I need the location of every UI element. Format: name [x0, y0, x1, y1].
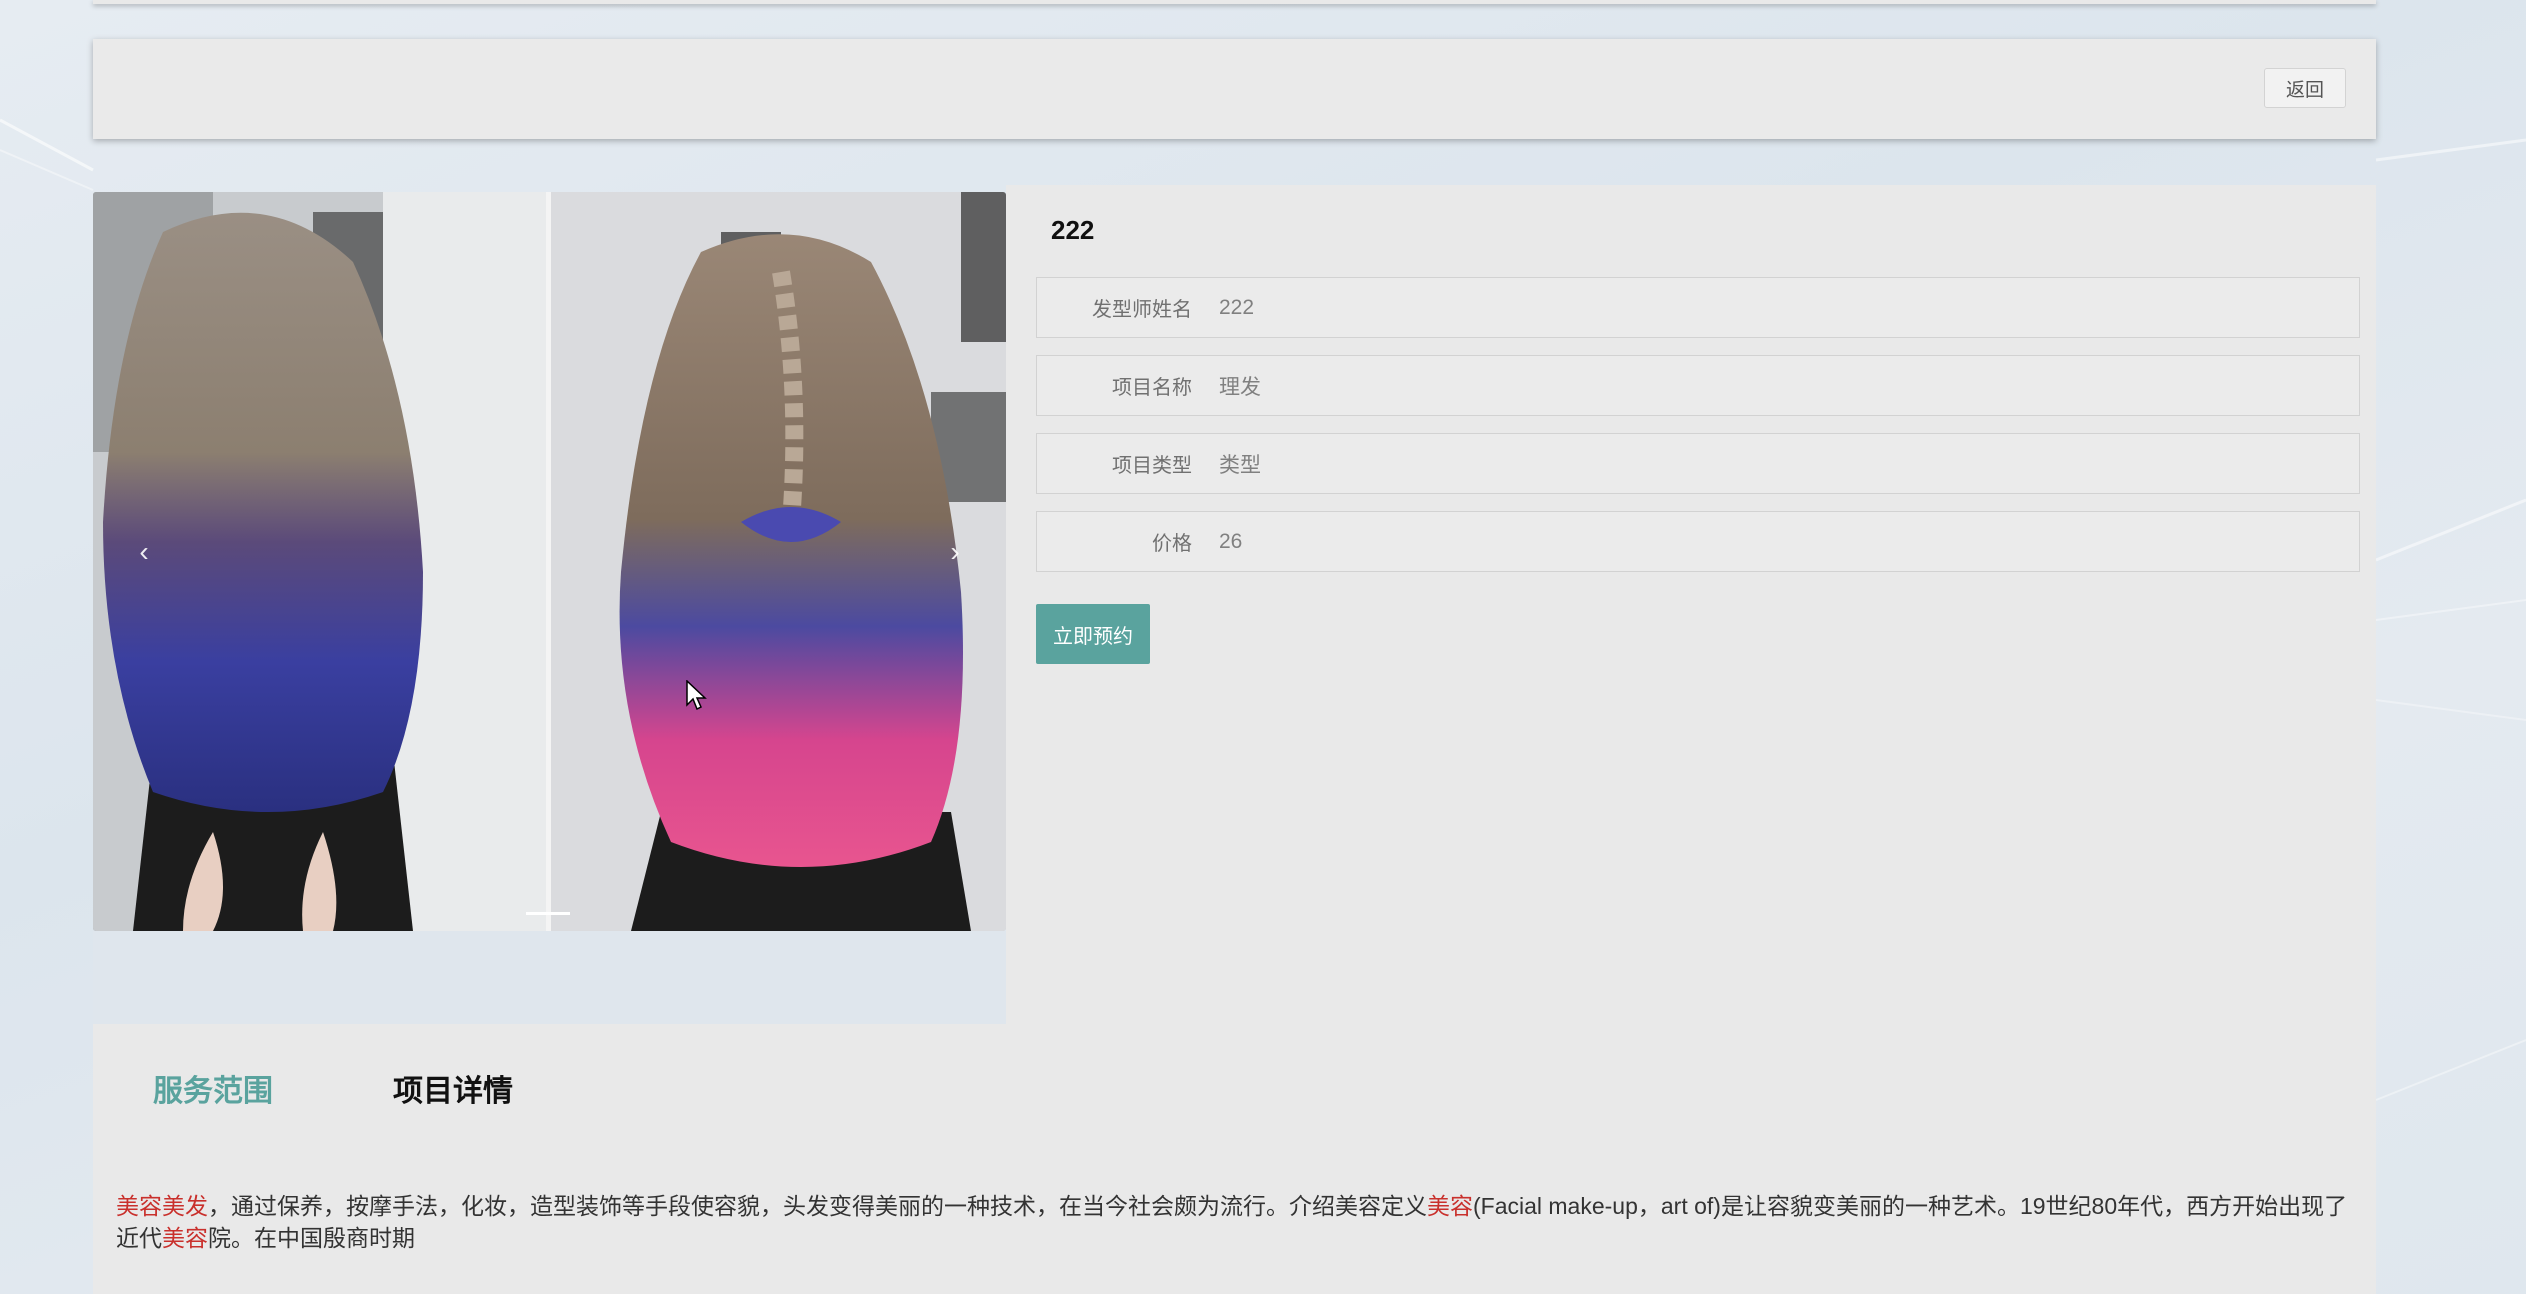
item-title: 222	[1051, 215, 1095, 245]
field-label: 价格	[1152, 533, 1192, 555]
description-highlight: 美容美发	[116, 1193, 208, 1219]
field-project-type: 项目类型 类型	[1036, 433, 2360, 494]
chevron-right-icon[interactable]: ›	[935, 532, 975, 572]
description-segment: ，通过保养，按摩手法，化妆，造型装饰等手段使容貌，头发变得美丽的一种技术，在当今…	[208, 1193, 1427, 1219]
item-info-panel: 222 发型师姓名 222 项目名称 理发 项目类型 类型 价格 26 立即预约	[1006, 185, 2376, 1024]
field-label: 发型师姓名	[1092, 299, 1192, 321]
tabs-section: 服务范围 项目详情 美容美发，通过保养，按摩手法，化妆，造型装饰等手段使容貌，头…	[93, 1024, 2376, 1294]
tab-project-details[interactable]: 项目详情	[393, 1066, 513, 1110]
field-value: 理发	[1219, 375, 1261, 399]
description-segment: 院。在中国殷商时期	[208, 1225, 415, 1251]
field-value: 222	[1219, 295, 1255, 319]
carousel-shelf	[93, 931, 1006, 1024]
field-value: 26	[1219, 529, 1243, 553]
book-now-button[interactable]: 立即预约	[1036, 604, 1150, 664]
header-bar: 返回	[93, 39, 2376, 139]
description-text: 美容美发，通过保养，按摩手法，化妆，造型装饰等手段使容貌，头发变得美丽的一种技术…	[116, 1190, 2356, 1254]
field-label: 项目名称	[1112, 377, 1192, 399]
image-carousel[interactable]: ‹ ›	[93, 192, 1006, 931]
field-value: 类型	[1219, 453, 1261, 477]
field-project-name: 项目名称 理发	[1036, 355, 2360, 416]
tab-service-scope[interactable]: 服务范围	[153, 1066, 273, 1110]
description-highlight: 美容	[162, 1225, 208, 1251]
carousel-indicator[interactable]	[526, 912, 570, 915]
mouse-cursor-icon	[686, 680, 707, 711]
field-stylist-name: 发型师姓名 222	[1036, 277, 2360, 338]
field-label: 项目类型	[1112, 455, 1192, 477]
top-strip	[93, 0, 2376, 4]
back-button[interactable]: 返回	[2264, 68, 2346, 108]
chevron-left-icon[interactable]: ‹	[124, 532, 164, 572]
description-highlight: 美容	[1427, 1193, 1473, 1219]
field-price: 价格 26	[1036, 511, 2360, 572]
